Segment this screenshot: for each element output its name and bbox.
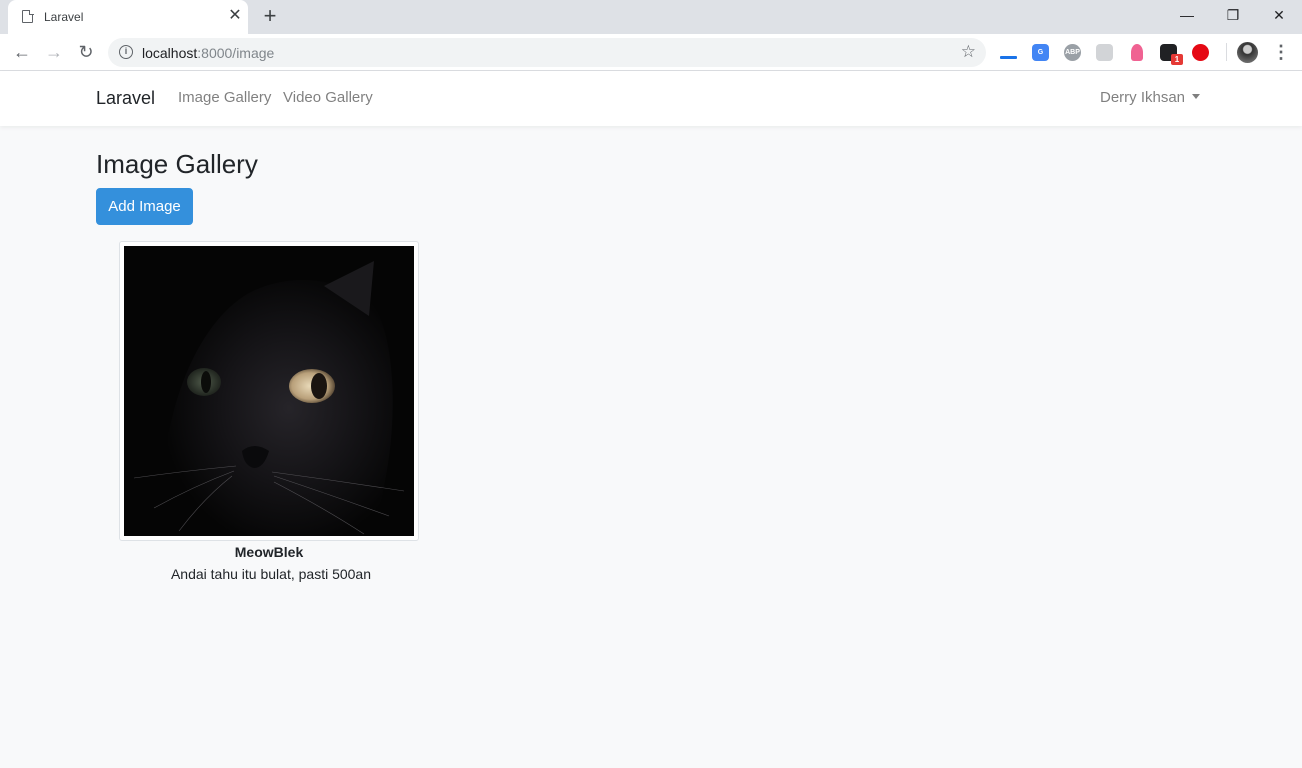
brand-link[interactable]: Laravel <box>96 88 155 109</box>
browser-menu-icon[interactable]: ⋮ <box>1272 41 1290 63</box>
restore-icon[interactable]: ❐ <box>1221 4 1245 26</box>
close-tab-icon[interactable]: ✕ <box>226 7 244 25</box>
info-icon[interactable]: i <box>119 45 133 59</box>
gallery-item-title: MeowBlek <box>234 544 304 560</box>
pink-extension-icon[interactable] <box>1131 44 1143 61</box>
user-dropdown[interactable]: Derry Ikhsan <box>1100 89 1201 106</box>
minimize-icon[interactable]: — <box>1175 4 1199 26</box>
gallery-item-description: Andai tahu itu bulat, pasti 500an <box>170 566 372 582</box>
profile-avatar[interactable] <box>1237 42 1258 63</box>
red-extension-icon[interactable] <box>1192 44 1209 61</box>
bookmark-star-icon[interactable]: ☆ <box>961 42 976 62</box>
reload-icon[interactable]: ↻ <box>74 40 98 64</box>
extension-bar-icon[interactable] <box>1000 56 1017 59</box>
extension-icon[interactable] <box>1096 44 1113 61</box>
extension-badge: 1 <box>1171 54 1183 65</box>
address-bar[interactable]: i localhost:8000/image ☆ <box>108 38 986 67</box>
close-window-icon[interactable]: ✕ <box>1267 4 1291 26</box>
browser-tabstrip: Laravel ✕ + — ❐ ✕ <box>0 0 1302 34</box>
gallery-item[interactable] <box>119 241 419 541</box>
page-title: Image Gallery <box>96 149 258 179</box>
browser-tab[interactable]: Laravel ✕ <box>8 0 248 34</box>
adblock-plus-icon[interactable]: ABP <box>1064 44 1081 61</box>
back-icon[interactable]: ← <box>10 40 34 64</box>
tab-title: Laravel <box>44 10 84 24</box>
browser-toolbar: ← → ↻ i localhost:8000/image ☆ G ABP 1 ⋮ <box>0 34 1302 71</box>
nav-link-video-gallery[interactable]: Video Gallery <box>283 89 373 106</box>
page-icon <box>22 9 34 23</box>
add-image-button[interactable]: Add Image <box>96 188 193 225</box>
forward-icon[interactable]: → <box>42 40 66 64</box>
user-name: Derry Ikhsan <box>1100 89 1186 106</box>
toolbar-divider <box>1226 43 1227 61</box>
cat-photo <box>124 246 414 536</box>
app-navbar: Laravel Image Gallery Video Gallery Derr… <box>0 71 1302 126</box>
url-text[interactable]: localhost:8000/image <box>142 45 274 61</box>
new-tab-icon[interactable]: + <box>259 5 281 27</box>
caret-down-icon <box>1192 94 1201 99</box>
nav-link-image-gallery[interactable]: Image Gallery <box>178 89 271 106</box>
google-translate-icon[interactable]: G <box>1032 44 1049 61</box>
